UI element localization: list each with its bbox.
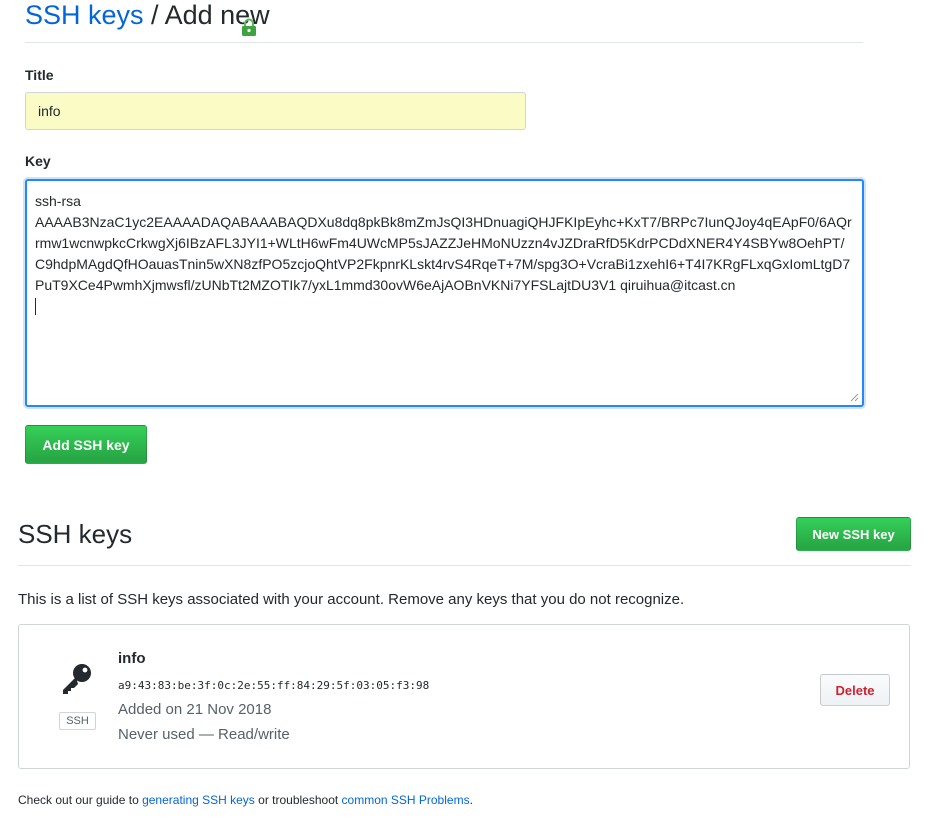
key-name: info [118,650,146,667]
resize-grip-icon[interactable] [850,393,859,402]
key-usage-status: Never used — Read/write [118,726,290,743]
page-header: SSH keys / Add new [25,0,863,43]
footer-prefix: Check out our guide to [18,793,143,807]
key-icon [63,664,91,694]
generating-ssh-keys-link[interactable]: generating SSH keys [142,793,255,807]
delete-key-button[interactable]: Delete [820,674,890,706]
breadcrumb-separator: / [143,0,165,30]
section-title: SSH keys [18,519,133,549]
text-cursor [35,298,36,315]
page-title: SSH keys / Add new [25,0,270,32]
lock-icon [242,18,256,36]
ssh-key-list-item: SSH info a9:43:83:be:3f:0c:2e:55:ff:84:2… [18,624,910,769]
title-label: Title [25,67,54,83]
ssh-keys-section-header: SSH keys [18,510,911,566]
section-description: This is a list of SSH keys associated wi… [18,591,685,608]
breadcrumb-ssh-keys-link[interactable]: SSH keys [25,0,144,30]
key-textarea[interactable]: ssh-rsa AAAAB3NzaC1yc2EAAAADAQABAAABAQDX… [25,179,864,407]
ssh-badge: SSH [59,712,96,730]
footer-middle: or troubleshoot [254,793,342,807]
title-input[interactable] [25,92,526,130]
common-ssh-problems-link[interactable]: common SSH Problems [342,793,470,807]
footer-help-text: Check out our guide to generating SSH ke… [18,793,473,807]
new-ssh-key-button[interactable]: New SSH key [796,517,911,551]
key-label: Key [25,153,51,169]
footer-suffix: . [469,793,473,807]
key-added-date: Added on 21 Nov 2018 [118,701,272,718]
key-fingerprint: a9:43:83:be:3f:0c:2e:55:ff:84:29:5f:03:0… [118,679,430,692]
key-textarea-text: ssh-rsa AAAAB3NzaC1yc2EAAAADAQABAAABAQDX… [35,193,852,293]
add-ssh-key-button[interactable]: Add SSH key [25,425,147,464]
